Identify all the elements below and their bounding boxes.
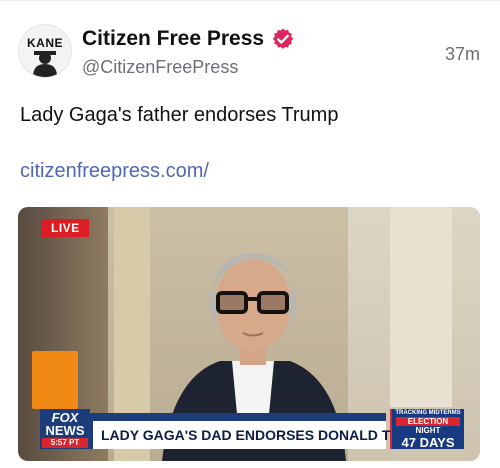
divider — [0, 0, 500, 1]
headline-accent-bar — [90, 413, 386, 421]
display-name[interactable]: Citizen Free Press — [82, 27, 264, 51]
post-link[interactable]: citizenfreepress.com/ — [20, 160, 209, 183]
avatar[interactable]: KANE — [18, 24, 72, 78]
video-thumbnail[interactable]: LIVE FOX NEWS 5:57 PT LADY GAGA'S DAD EN… — [18, 207, 480, 461]
studio-screen — [32, 351, 78, 409]
election-title: ELECTION — [396, 417, 460, 426]
post-timestamp[interactable]: 37m — [445, 44, 480, 65]
avatar-figure-icon — [33, 51, 57, 77]
network-logo: FOX NEWS 5:57 PT — [40, 409, 90, 449]
election-countdown: TRACKING MIDTERMS ELECTION NIGHT 47 DAYS — [390, 409, 464, 450]
network-logo-bottom: NEWS — [45, 423, 85, 438]
election-small-text: TRACKING MIDTERMS — [395, 410, 461, 416]
studio-window — [390, 207, 452, 407]
election-night: NIGHT — [415, 426, 441, 435]
verified-badge-icon — [272, 28, 294, 49]
election-days: 47 DAYS — [401, 435, 455, 450]
news-headline: LADY GAGA'S DAD ENDORSES DONALD TRUMP — [90, 421, 432, 449]
live-badge: LIVE — [42, 219, 89, 237]
display-name-row: Citizen Free Press — [82, 24, 295, 54]
broadcast-time: 5:57 PT — [42, 438, 88, 448]
author-handle[interactable]: @CitizenFreePress — [82, 57, 295, 78]
author-block: Citizen Free Press @CitizenFreePress — [82, 24, 295, 78]
post-text: Lady Gaga's father endorses Trump — [20, 104, 339, 126]
news-lower-third: FOX NEWS 5:57 PT LADY GAGA'S DAD ENDORSE… — [40, 409, 480, 450]
post-card[interactable]: KANE Citizen Free Press @CitizenFreePres… — [0, 0, 500, 468]
